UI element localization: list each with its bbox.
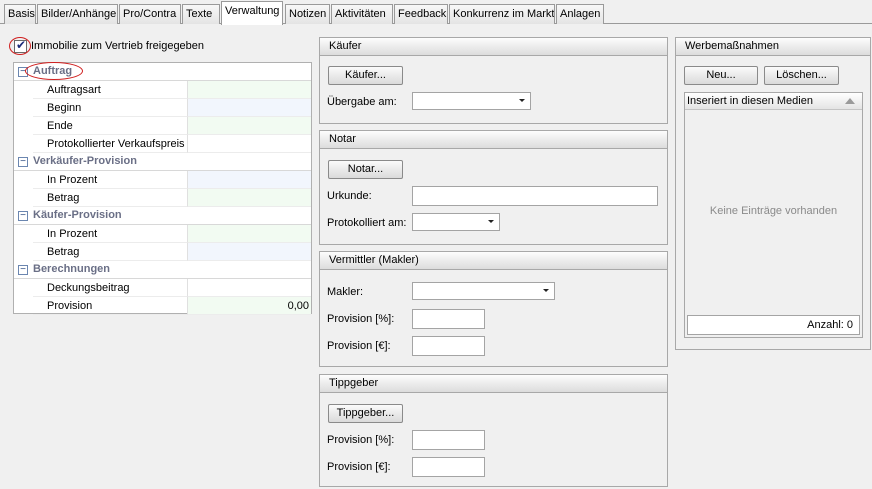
chevron-down-icon[interactable]: [543, 289, 549, 292]
chevron-down-icon[interactable]: [488, 220, 494, 223]
grid-row-protokollierter-verkaufspreis[interactable]: Protokollierter Verkaufspreis: [14, 135, 311, 153]
grid-row-label: Auftragsart: [47, 84, 101, 96]
category-verkaeufer-provision[interactable]: − Verkäufer-Provision: [14, 153, 311, 171]
tab-aktivitaeten[interactable]: Aktivitäten: [331, 4, 393, 24]
grid-row-vk-in-prozent[interactable]: In Prozent: [14, 171, 311, 189]
collapse-icon[interactable]: −: [18, 211, 28, 221]
kaeufer-panel-title: Käufer: [320, 38, 667, 56]
kaeufer-button[interactable]: Käufer...: [328, 66, 403, 85]
sort-up-icon: [845, 98, 855, 104]
grid-row-value[interactable]: [188, 243, 311, 261]
werbemassnahmen-panel-title: Werbemaßnahmen: [676, 38, 870, 56]
grid-row-label: Deckungsbeitrag: [47, 282, 130, 294]
category-label: Käufer-Provision: [33, 209, 122, 221]
tab-notizen[interactable]: Notizen: [285, 4, 330, 24]
grid-row-label: Provision: [47, 300, 93, 312]
makler-combo[interactable]: [412, 282, 555, 300]
category-berechnungen[interactable]: − Berechnungen: [14, 261, 311, 279]
category-label: Auftrag: [33, 65, 73, 77]
empty-list-text: Keine Einträge vorhanden: [709, 205, 838, 217]
tippgeber-panel-title: Tippgeber: [320, 375, 667, 393]
protokolliert-date-picker[interactable]: [412, 213, 500, 231]
tab-verwaltung[interactable]: Verwaltung: [221, 1, 283, 25]
tippgeber-provision-pct-input[interactable]: [412, 430, 485, 450]
category-kaeufer-provision[interactable]: − Käufer-Provision: [14, 207, 311, 225]
neu-button[interactable]: Neu...: [684, 66, 758, 85]
grid-row-value[interactable]: [188, 135, 311, 153]
grid-row-label: Ende: [47, 120, 73, 132]
tab-feedback[interactable]: Feedback: [394, 4, 448, 24]
grid-row-k-in-prozent[interactable]: In Prozent: [14, 225, 311, 243]
grid-row-value[interactable]: 0,00: [188, 297, 311, 315]
grid-row-label: In Prozent: [47, 228, 98, 240]
anzahl-count: Anzahl: 0: [687, 315, 860, 335]
notar-button[interactable]: Notar...: [328, 160, 403, 179]
uebergabe-label: Übergabe am:: [327, 96, 397, 108]
grid-row-value[interactable]: [188, 99, 311, 117]
grid-row-provision[interactable]: Provision 0,00: [14, 297, 311, 315]
grid-row-auftragsart[interactable]: Auftragsart: [14, 81, 311, 99]
loeschen-button[interactable]: Löschen...: [764, 66, 839, 85]
grid-row-ende[interactable]: Ende: [14, 117, 311, 135]
protokolliert-label: Protokolliert am:: [327, 217, 407, 229]
tippgeber-button[interactable]: Tippgeber...: [328, 404, 403, 423]
tab-bilder-anhaenge[interactable]: Bilder/Anhänge: [37, 4, 118, 24]
grid-row-value[interactable]: [188, 279, 311, 297]
collapse-icon[interactable]: −: [18, 67, 28, 77]
freigabe-checkbox[interactable]: ✔: [14, 38, 27, 53]
grid-row-label: Betrag: [47, 192, 80, 204]
vermittler-provision-eur-input[interactable]: [412, 336, 485, 356]
urkunde-label: Urkunde:: [327, 190, 372, 202]
tab-pro-contra[interactable]: Pro/Contra: [119, 4, 181, 24]
collapse-icon[interactable]: −: [18, 265, 28, 275]
medien-column-header-label: Inseriert in diesen Medien: [687, 95, 813, 107]
tippgeber-provision-pct-label: Provision [%]:: [327, 434, 395, 446]
chevron-down-icon[interactable]: [519, 99, 525, 102]
grid-row-beginn[interactable]: Beginn: [14, 99, 311, 117]
category-label: Berechnungen: [33, 263, 111, 275]
grid-row-value[interactable]: [188, 117, 311, 135]
grid-row-value[interactable]: [188, 189, 311, 207]
grid-row-value[interactable]: [188, 225, 311, 243]
grid-row-label: Betrag: [47, 246, 80, 258]
vermittler-provision-pct-label: Provision [%]:: [327, 313, 395, 325]
tab-basis[interactable]: Basis: [4, 4, 36, 24]
category-auftrag[interactable]: − Auftrag: [14, 63, 311, 81]
vermittler-panel-title: Vermittler (Makler): [320, 252, 667, 270]
grid-row-deckungsbeitrag[interactable]: Deckungsbeitrag: [14, 279, 311, 297]
grid-row-label: Beginn: [47, 102, 82, 114]
property-grid: − Auftrag Auftragsart Beginn Ende Protok…: [13, 62, 312, 315]
collapse-icon[interactable]: −: [18, 157, 28, 167]
makler-label: Makler:: [327, 286, 364, 298]
vermittler-provision-eur-label: Provision [€]:: [327, 340, 391, 352]
grid-row-value[interactable]: [188, 171, 311, 189]
tab-anlagen[interactable]: Anlagen: [556, 4, 604, 24]
medien-list[interactable]: Inseriert in diesen Medien Keine Einträg…: [684, 92, 863, 338]
grid-row-vk-betrag[interactable]: Betrag: [14, 189, 311, 207]
tab-texte[interactable]: Texte: [182, 4, 220, 24]
freigabe-label: Immobilie zum Vertrieb freigegeben: [31, 40, 205, 52]
vermittler-provision-pct-input[interactable]: [412, 309, 485, 329]
medien-column-header[interactable]: Inseriert in diesen Medien: [685, 93, 862, 110]
tab-konkurrenz-im-markt[interactable]: Konkurrenz im Markt: [449, 4, 555, 24]
tippgeber-provision-eur-label: Provision [€]:: [327, 461, 391, 473]
uebergabe-date-picker[interactable]: [412, 92, 531, 110]
grid-row-value[interactable]: [188, 81, 311, 99]
grid-row-label: In Prozent: [47, 174, 98, 186]
grid-row-label: Protokollierter Verkaufspreis: [47, 138, 185, 150]
tab-bar: Basis Bilder/Anhänge Pro/Contra Texte Ve…: [0, 0, 872, 25]
tippgeber-provision-eur-input[interactable]: [412, 457, 485, 477]
check-icon: ✔: [16, 38, 27, 52]
grid-row-k-betrag[interactable]: Betrag: [14, 243, 311, 261]
category-label: Verkäufer-Provision: [33, 155, 137, 167]
notar-panel-title: Notar: [320, 131, 667, 149]
urkunde-input[interactable]: [412, 186, 658, 206]
